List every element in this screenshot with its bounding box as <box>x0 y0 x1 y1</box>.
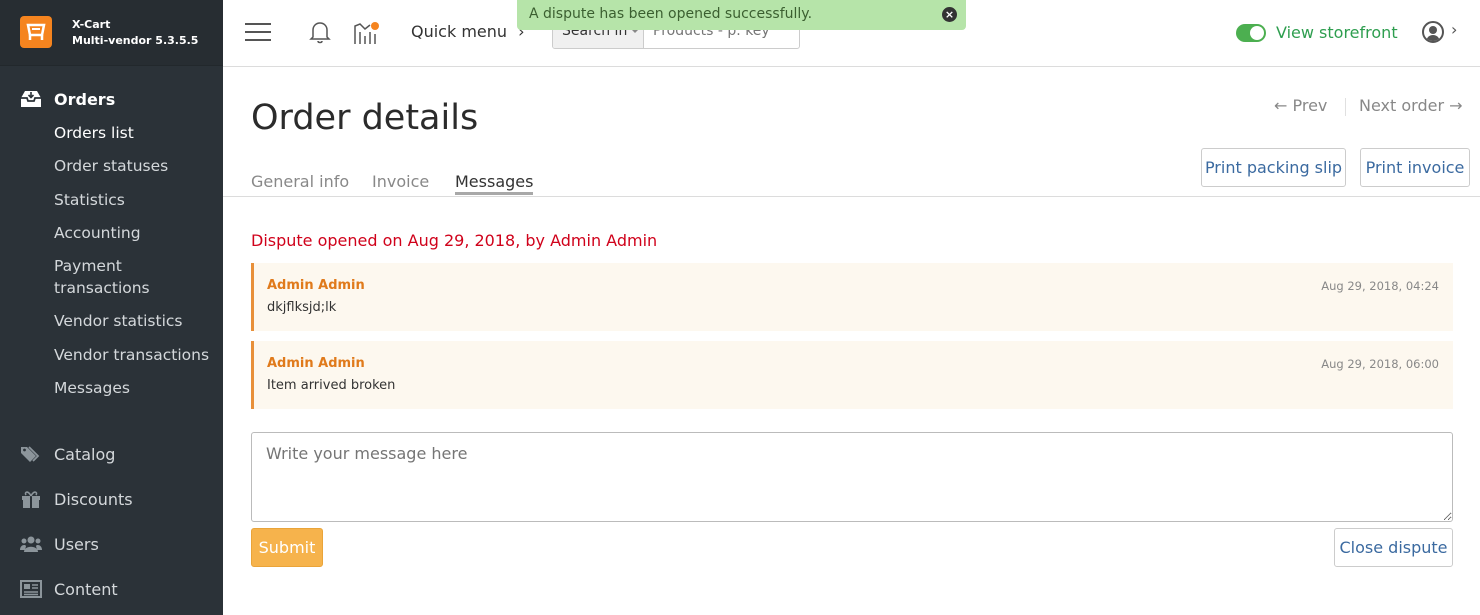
tabs-divider <box>223 196 1480 197</box>
tab-messages[interactable]: Messages <box>455 172 534 195</box>
message-author: Admin Admin <box>267 356 365 371</box>
sidebar-item-label: Catalog <box>54 444 116 464</box>
tab-invoice[interactable]: Invoice <box>372 172 429 191</box>
sidebar-item-label: Orders <box>54 89 116 109</box>
sidebar-item-users[interactable]: Users <box>20 534 99 554</box>
toggle-knob <box>1250 26 1264 40</box>
sidebar-item-label: Users <box>54 534 99 554</box>
sidebar-item-vendor-transactions[interactable]: Vendor transactions <box>54 344 209 366</box>
users-icon <box>20 534 42 554</box>
submit-button[interactable]: Submit <box>251 528 323 567</box>
message-author: Admin Admin <box>267 278 365 293</box>
sidebar-item-payment-transactions[interactable]: Payment transactions <box>54 255 150 299</box>
prev-order-link[interactable]: ← Prev <box>1274 96 1327 115</box>
sidebar-item-vendor-statistics[interactable]: Vendor statistics <box>54 310 182 332</box>
nav-divider <box>1345 98 1346 116</box>
sidebar-item-accounting[interactable]: Accounting <box>54 222 141 244</box>
bell-icon[interactable] <box>309 20 331 48</box>
quick-menu[interactable]: Quick menu › <box>411 22 525 41</box>
brand-header: X-Cart Multi-vendor 5.3.5.5 <box>0 0 223 66</box>
sidebar-item-orders[interactable]: Orders <box>20 89 115 109</box>
sidebar-item-label-line2: transactions <box>54 279 150 297</box>
sidebar-item-messages[interactable]: Messages <box>54 377 130 399</box>
chevron-right-icon[interactable]: › <box>1451 20 1457 39</box>
next-order-link[interactable]: Next order → <box>1359 96 1463 115</box>
content-icon <box>20 579 42 599</box>
message-text: Item arrived broken <box>267 378 396 393</box>
sidebar: X-Cart Multi-vendor 5.3.5.5 Orders Order… <box>0 0 223 615</box>
user-avatar-icon[interactable] <box>1422 21 1444 43</box>
sidebar-item-label: Payment <box>54 257 122 275</box>
storefront-toggle[interactable] <box>1236 24 1266 42</box>
quick-menu-label: Quick menu <box>411 22 508 41</box>
sidebar-item-orders-list[interactable]: Orders list <box>54 122 134 144</box>
notification-dot <box>371 22 379 30</box>
sidebar-item-statistics[interactable]: Statistics <box>54 189 125 211</box>
sidebar-item-discounts[interactable]: Discounts <box>20 489 133 509</box>
brand-version: Multi-vendor 5.3.5.5 <box>72 34 199 47</box>
close-dispute-button[interactable]: Close dispute <box>1334 528 1453 567</box>
cart-logo-icon[interactable] <box>20 16 52 48</box>
gift-icon <box>20 489 42 509</box>
sidebar-item-order-statuses[interactable]: Order statuses <box>54 155 168 177</box>
message-date: Aug 29, 2018, 06:00 <box>1321 357 1439 371</box>
message-text: dkjflksjd;lk <box>267 300 337 315</box>
toast-message: A dispute has been opened successfully. <box>529 6 813 22</box>
sidebar-item-catalog[interactable]: Catalog <box>20 444 115 464</box>
sidebar-item-label: Discounts <box>54 489 133 509</box>
print-packing-slip-button[interactable]: Print packing slip <box>1201 148 1346 187</box>
inbox-icon <box>20 89 42 109</box>
dispute-notice: Dispute opened on Aug 29, 2018, by Admin… <box>251 231 658 250</box>
view-storefront-link[interactable]: View storefront <box>1276 23 1398 42</box>
sidebar-item-content[interactable]: Content <box>20 579 118 599</box>
message-item: Admin Admin Aug 29, 2018, 06:00 Item arr… <box>251 341 1453 409</box>
tags-icon <box>20 444 42 464</box>
sidebar-item-label: Content <box>54 579 118 599</box>
tab-general-info[interactable]: General info <box>251 172 349 191</box>
message-textarea[interactable] <box>251 432 1453 522</box>
hamburger-menu-icon[interactable] <box>245 22 271 42</box>
brand-name: X-Cart <box>72 18 111 31</box>
message-item: Admin Admin Aug 29, 2018, 04:24 dkjflksj… <box>251 263 1453 331</box>
message-date: Aug 29, 2018, 04:24 <box>1321 279 1439 293</box>
page-title: Order details <box>251 98 479 138</box>
close-icon[interactable]: × <box>942 7 957 22</box>
success-toast: A dispute has been opened successfully. … <box>517 0 966 30</box>
print-invoice-button[interactable]: Print invoice <box>1360 148 1470 187</box>
